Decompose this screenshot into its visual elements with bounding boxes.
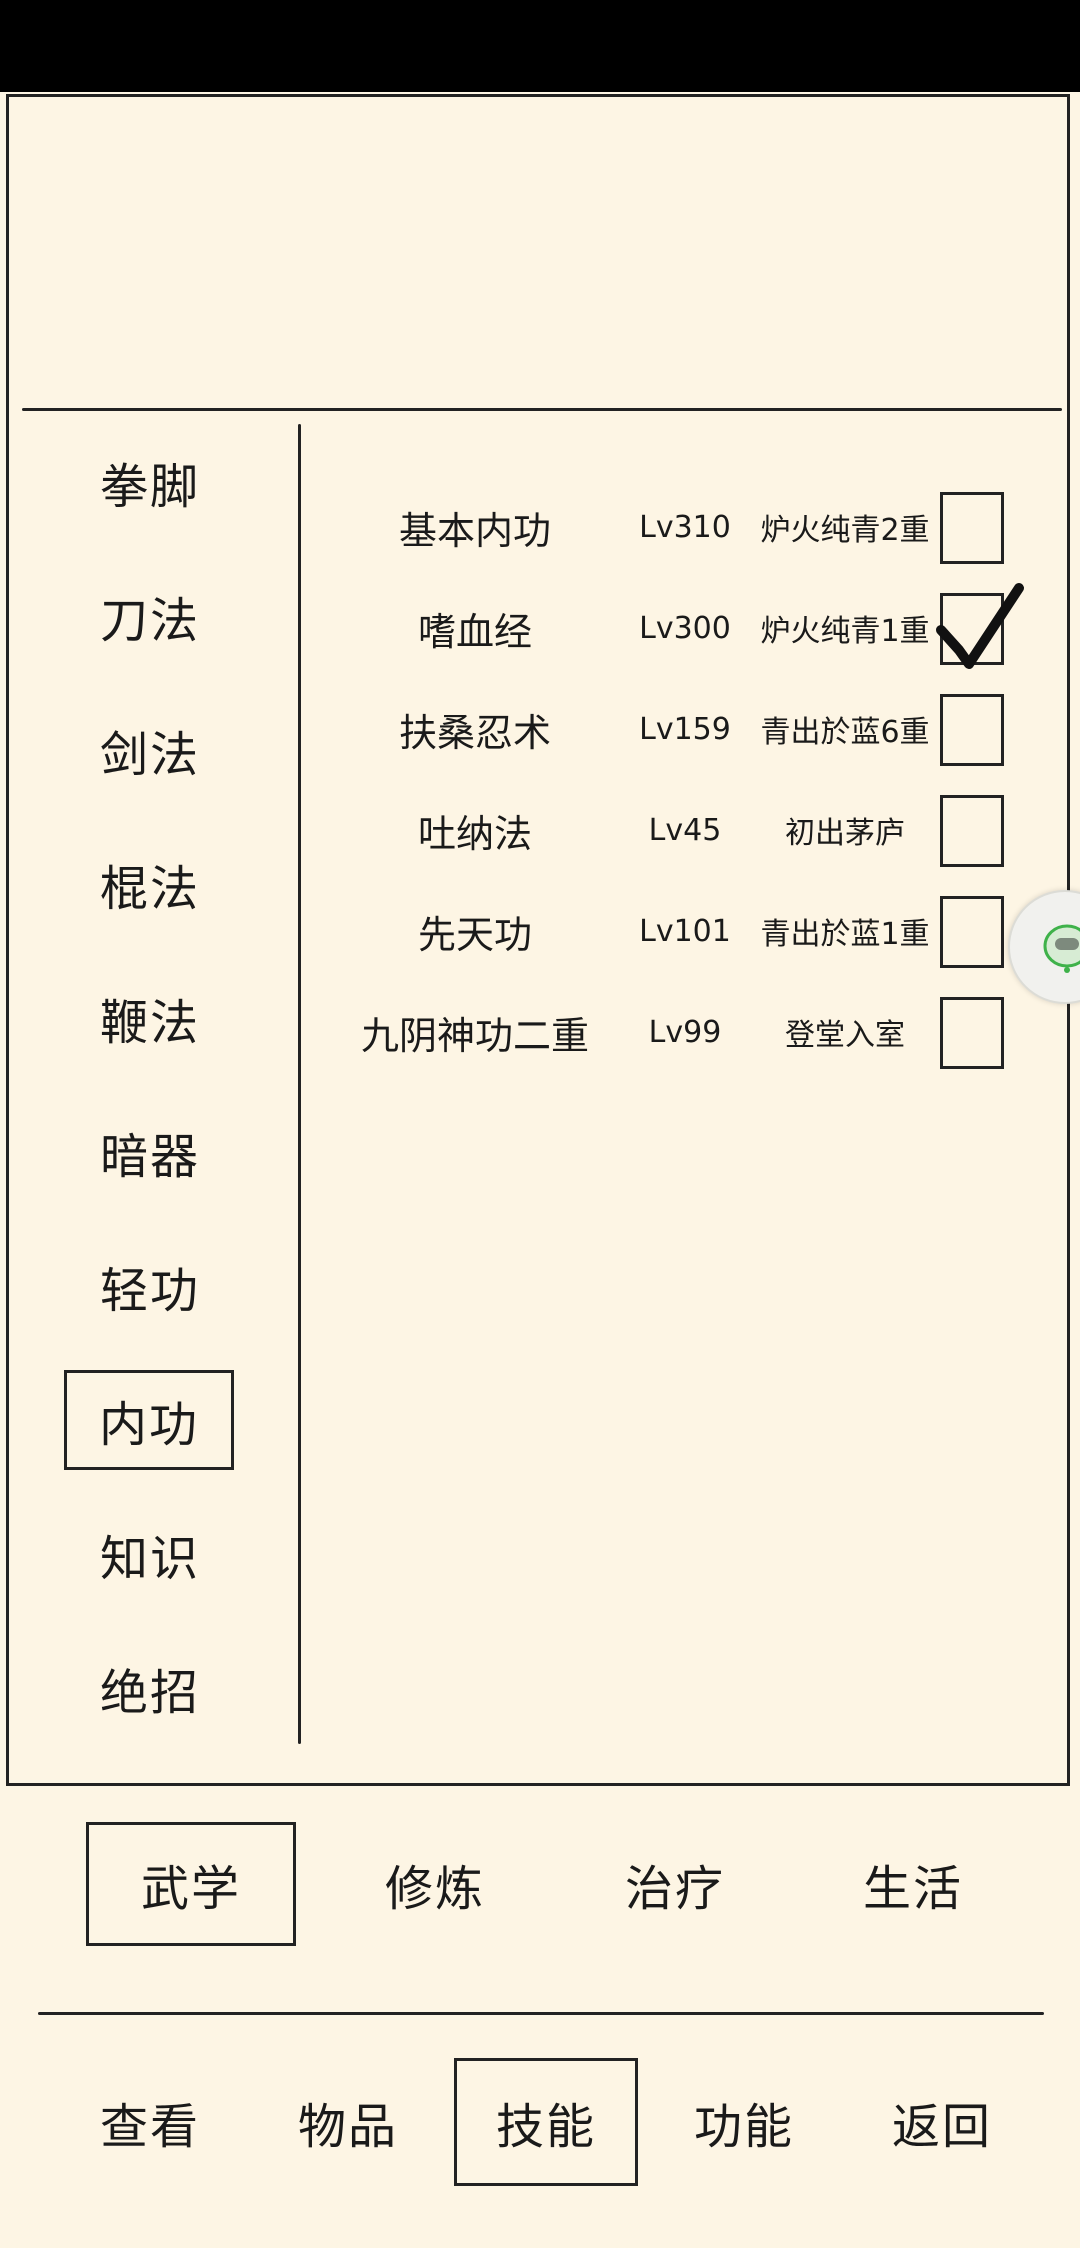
skill-name: 吐纳法 — [417, 811, 532, 856]
skill-rank: 炉火纯青1重 — [760, 614, 930, 649]
tab-label: 生活 — [862, 1861, 963, 1917]
skill-rank: 登堂入室 — [785, 1018, 905, 1053]
category-item[interactable]: 剑法 — [60, 700, 240, 800]
skill-checkbox[interactable] — [940, 896, 1004, 968]
category-item[interactable]: 刀法 — [60, 566, 240, 666]
category-item[interactable]: 棍法 — [60, 834, 240, 934]
skill-row[interactable]: 九阴神功二重 Lv99 登堂入室 — [330, 997, 1030, 1069]
nav-items[interactable]: 物品 — [258, 2058, 438, 2186]
skill-row[interactable]: 基本内功 Lv310 炉火纯青2重 — [330, 492, 1030, 564]
nav-label: 查看 — [99, 2099, 200, 2155]
category-divider — [298, 424, 301, 1744]
category-item[interactable]: 知识 — [60, 1504, 240, 1604]
category-label: 暗器 — [99, 1129, 200, 1185]
skill-checkbox[interactable] — [940, 694, 1004, 766]
nav-view[interactable]: 查看 — [60, 2058, 240, 2186]
category-label: 棍法 — [99, 861, 200, 917]
skill-checkbox[interactable] — [940, 997, 1004, 1069]
nav-label: 功能 — [693, 2099, 794, 2155]
sub-tab-bar: 武学 修炼 治疗 生活 — [0, 1822, 1080, 1946]
skill-row[interactable]: 先天功 Lv101 青出於蓝1重 — [330, 896, 1030, 968]
skill-row[interactable]: 吐纳法 Lv45 初出茅庐 — [330, 795, 1030, 867]
tab-martial-arts[interactable]: 武学 — [86, 1822, 296, 1946]
nav-label: 返回 — [891, 2099, 992, 2155]
skill-name: 先天功 — [417, 912, 532, 957]
assistant-bot-icon — [1043, 924, 1080, 973]
nav-skills[interactable]: 技能 — [454, 2058, 638, 2186]
category-label: 鞭法 — [99, 995, 200, 1051]
nav-divider — [38, 2012, 1044, 2015]
skill-checkbox[interactable] — [936, 583, 1024, 669]
category-item[interactable]: 暗器 — [60, 1102, 240, 1202]
nav-label: 物品 — [297, 2099, 398, 2155]
tab-label: 武学 — [140, 1861, 241, 1917]
tab-label: 修炼 — [384, 1861, 485, 1917]
status-bar — [0, 0, 1080, 92]
nav-functions[interactable]: 功能 — [654, 2058, 834, 2186]
skill-name: 扶桑忍术 — [398, 710, 551, 755]
category-item[interactable]: 拳脚 — [60, 432, 240, 532]
category-item-selected[interactable]: 内功 — [64, 1370, 234, 1470]
category-label: 轻功 — [99, 1263, 200, 1319]
category-item[interactable]: 轻功 — [60, 1236, 240, 1336]
bottom-nav: 查看 物品 技能 功能 返回 — [0, 2058, 1080, 2186]
checkmark-icon — [936, 583, 1024, 669]
nav-back[interactable]: 返回 — [852, 2058, 1032, 2186]
skill-name: 嗜血经 — [417, 609, 532, 654]
detail-area — [9, 97, 1067, 409]
category-label: 知识 — [99, 1531, 200, 1587]
category-item[interactable]: 绝招 — [60, 1638, 240, 1738]
tab-life[interactable]: 生活 — [808, 1822, 1018, 1946]
skill-rank: 初出茅庐 — [785, 816, 905, 851]
category-label: 剑法 — [99, 727, 200, 783]
skill-rank: 炉火纯青2重 — [760, 513, 930, 548]
skill-row[interactable]: 嗜血经 Lv300 炉火纯青1重 — [330, 583, 1030, 669]
category-label: 绝招 — [99, 1665, 200, 1721]
tab-label: 治疗 — [624, 1861, 725, 1917]
skill-checkbox[interactable] — [940, 795, 1004, 867]
category-label: 拳脚 — [99, 459, 200, 515]
nav-label: 技能 — [495, 2099, 596, 2155]
skill-row[interactable]: 扶桑忍术 Lv159 青出於蓝6重 — [330, 694, 1030, 766]
skill-rank: 青出於蓝1重 — [760, 917, 930, 952]
panel-divider — [22, 408, 1062, 411]
category-item[interactable]: 鞭法 — [60, 968, 240, 1068]
category-label: 刀法 — [99, 593, 200, 649]
tab-cultivation[interactable]: 修炼 — [330, 1822, 540, 1946]
tab-healing[interactable]: 治疗 — [570, 1822, 780, 1946]
skill-name: 九阴神功二重 — [360, 1013, 589, 1058]
skill-checkbox[interactable] — [940, 492, 1004, 564]
category-label: 内功 — [98, 1397, 199, 1453]
skill-rank: 青出於蓝6重 — [760, 715, 930, 750]
skill-name: 基本内功 — [398, 508, 551, 553]
